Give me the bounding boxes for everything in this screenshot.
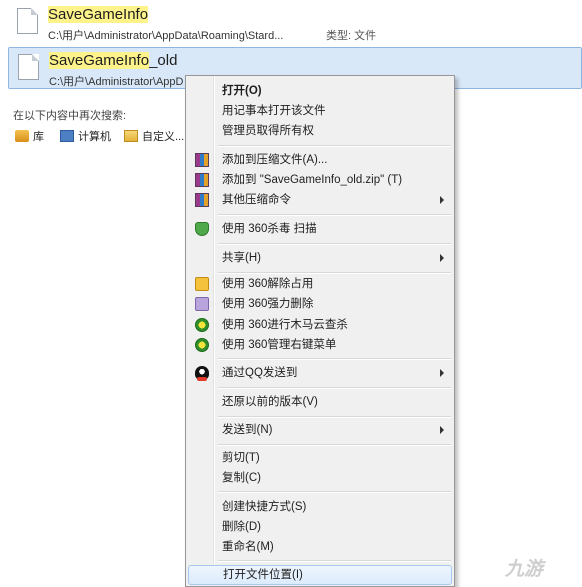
submenu-arrow-icon (440, 426, 444, 434)
menu-separator (218, 214, 451, 216)
menu-item-360-scan[interactable]: 使用 360杀毒 扫描 (188, 219, 452, 239)
search-location-library[interactable]: 库 (15, 128, 44, 144)
menu-item-take-ownership[interactable]: 管理员取得所有权 (188, 121, 452, 141)
menu-separator (218, 243, 451, 245)
menu-item-restore-previous[interactable]: 还原以前的版本(V) (188, 392, 452, 412)
search-location-computer[interactable]: 计算机 (60, 128, 111, 144)
menu-separator (218, 387, 451, 389)
submenu-arrow-icon (440, 254, 444, 262)
menu-item-send-via-qq[interactable]: 通过QQ发送到 (188, 363, 452, 383)
context-menu: 打开(O) 用记事本打开该文件 管理员取得所有权 添加到压缩文件(A)... 添… (185, 75, 455, 587)
shield-icon (195, 222, 209, 236)
menu-item-other-compress[interactable]: 其他压缩命令 (188, 190, 452, 210)
menu-separator (218, 145, 451, 147)
menu-item-360-unlock[interactable]: 使用 360解除占用 (188, 274, 452, 294)
360-icon (195, 318, 209, 332)
menu-item-open[interactable]: 打开(O) (188, 81, 452, 101)
360-icon (195, 338, 209, 352)
menu-item-open-with-notepad[interactable]: 用记事本打开该文件 (188, 101, 452, 121)
library-icon (15, 130, 29, 142)
menu-separator (218, 416, 451, 418)
menu-item-360-force-delete[interactable]: 使用 360强力删除 (188, 294, 452, 314)
file-path: C:\用户\Administrator\AppData\Roaming\Star… (48, 30, 284, 42)
menu-separator (218, 560, 451, 562)
menu-item-add-to-archive[interactable]: 添加到压缩文件(A)... (188, 150, 452, 170)
search-again-label: 在以下内容中再次搜索: (13, 110, 127, 122)
search-result-savegameinfo[interactable]: SaveGameInfo C:\用户\Administrator\AppData… (8, 2, 582, 44)
computer-icon (60, 130, 74, 142)
file-name: SaveGameInfo (48, 6, 149, 23)
shred-icon (195, 297, 209, 311)
watermark-logo: 九游 (505, 559, 544, 580)
file-icon (17, 8, 38, 34)
menu-item-share[interactable]: 共享(H) (188, 248, 452, 268)
archive-icon (195, 153, 209, 167)
file-type: 类型: 文件 (326, 30, 377, 42)
menu-item-360-trojan-scan[interactable]: 使用 360进行木马云查杀 (188, 315, 452, 335)
menu-separator (218, 444, 451, 446)
menu-item-delete[interactable]: 删除(D) (188, 517, 452, 537)
menu-item-add-to-zip[interactable]: 添加到 "SaveGameInfo_old.zip" (T) (188, 170, 452, 190)
menu-item-rename[interactable]: 重命名(M) (188, 537, 452, 557)
file-icon (18, 54, 39, 80)
archive-icon (195, 193, 209, 207)
file-path: C:\用户\Administrator\AppD (49, 76, 184, 88)
search-location-custom[interactable]: 自定义... (124, 128, 184, 144)
menu-item-send-to[interactable]: 发送到(N) (188, 420, 452, 440)
unlock-icon (195, 277, 209, 291)
submenu-arrow-icon (440, 369, 444, 377)
archive-icon (195, 173, 209, 187)
menu-item-cut[interactable]: 剪切(T) (188, 448, 452, 468)
menu-item-create-shortcut[interactable]: 创建快捷方式(S) (188, 497, 452, 517)
menu-item-copy[interactable]: 复制(C) (188, 468, 452, 488)
menu-item-open-file-location[interactable]: 打开文件位置(I) (188, 565, 452, 585)
file-name: SaveGameInfo_old (49, 52, 178, 69)
folder-icon (124, 130, 138, 142)
menu-separator (218, 491, 451, 493)
qq-icon (195, 366, 209, 381)
submenu-arrow-icon (440, 196, 444, 204)
menu-item-360-manage-menu[interactable]: 使用 360管理右键菜单 (188, 335, 452, 355)
menu-separator (218, 358, 451, 360)
